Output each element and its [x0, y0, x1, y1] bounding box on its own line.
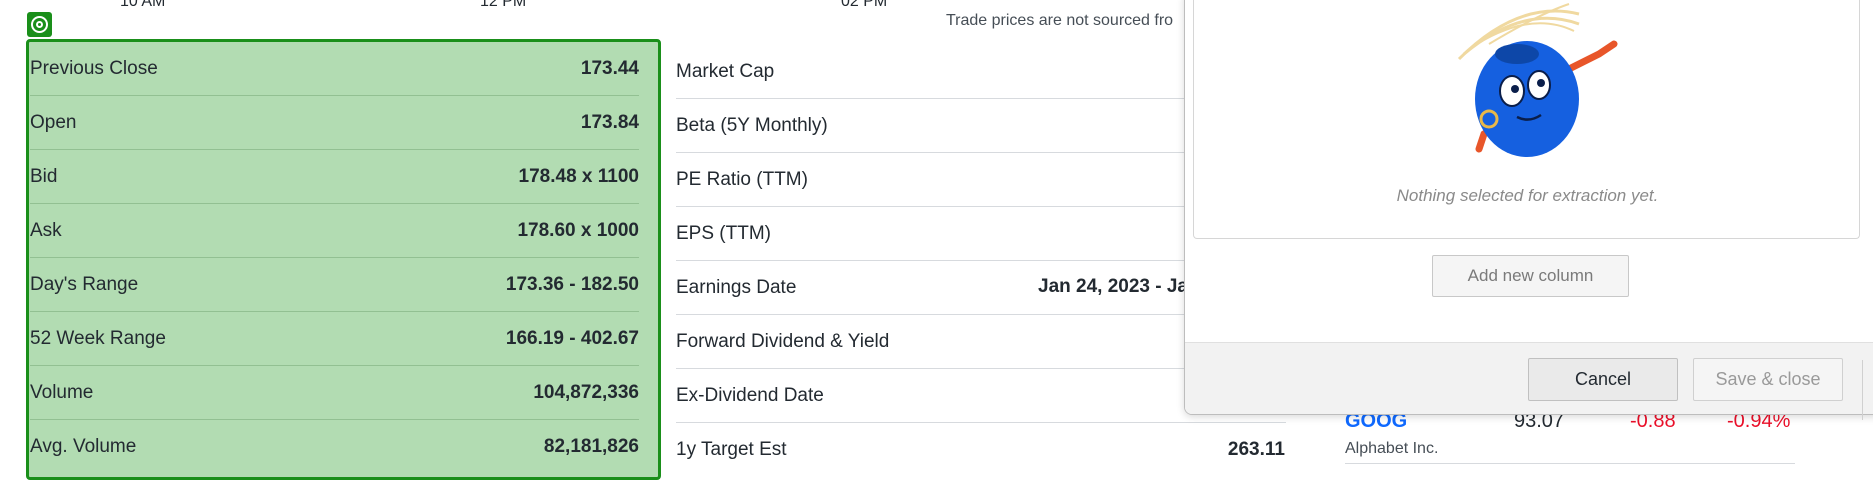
- summary-row: Day's Range 173.36 - 182.50: [30, 258, 639, 312]
- save-close-button[interactable]: Save & close: [1693, 358, 1843, 401]
- chart-axis-label: 10 AM: [120, 0, 166, 10]
- chart-axis-label: 02 PM: [841, 0, 888, 10]
- summary-label: Forward Dividend & Yield: [676, 330, 890, 352]
- chart-axis-label: 12 PM: [480, 0, 527, 10]
- summary-label: Beta (5Y Monthly): [676, 114, 828, 136]
- trade-price-note: Trade prices are not sourced fro: [946, 12, 1174, 29]
- summary-value: 166.19 - 402.67: [505, 327, 639, 349]
- mascot-illustration: [1457, 3, 1618, 157]
- extraction-dialog: Nothing selected for extraction yet. Add…: [1184, 0, 1873, 415]
- summary-label: Bid: [30, 165, 58, 187]
- summary-row: Ask 178.60 x 1000: [30, 204, 639, 258]
- summary-row: 52 Week Range 166.19 - 402.67: [30, 312, 639, 366]
- target-estimate-value: 263.11: [1227, 439, 1285, 460]
- divider: [1345, 463, 1795, 464]
- earnings-date-value: Jan 24, 2023 - Ja: [1038, 276, 1188, 297]
- dialog-footer: Cancel Save & close: [1185, 342, 1873, 414]
- selected-summary-table[interactable]: Previous Close 173.44 Open 173.84 Bid 17…: [26, 39, 661, 480]
- summary-label: 1y Target Est: [676, 439, 787, 460]
- empty-state-message: Nothing selected for extraction yet.: [1396, 186, 1659, 205]
- summary-value: 178.48 x 1100: [518, 165, 639, 187]
- summary-value: 173.36 - 182.50: [505, 273, 639, 295]
- summary-value: 173.44: [580, 57, 639, 79]
- summary-label: Day's Range: [30, 273, 139, 295]
- summary-row: Volume 104,872,336: [30, 366, 639, 420]
- summary-label: PE Ratio (TTM): [676, 168, 808, 190]
- summary-value: 82,181,826: [543, 436, 639, 457]
- ticker-company-name: Alphabet Inc.: [1345, 440, 1439, 457]
- add-column-button[interactable]: Add new column: [1432, 255, 1629, 297]
- summary-value: 104,872,336: [533, 381, 639, 403]
- summary-label: Avg. Volume: [30, 436, 137, 457]
- cancel-button[interactable]: Cancel: [1528, 358, 1678, 401]
- extraction-preview-panel: Nothing selected for extraction yet. Add…: [1193, 0, 1860, 297]
- summary-label: Ex-Dividend Date: [676, 384, 824, 406]
- summary-label: Volume: [30, 381, 94, 403]
- page: 10 AM 12 PM 02 PM Trade prices are not s…: [0, 0, 1873, 499]
- summary-row: 1y Target Est: [676, 423, 1286, 477]
- summary-label: Ask: [30, 219, 62, 241]
- summary-label: EPS (TTM): [676, 222, 771, 244]
- summary-row: Avg. Volume 82,181,826: [30, 420, 639, 474]
- summary-label: Earnings Date: [676, 276, 797, 298]
- summary-label: Previous Close: [30, 57, 158, 79]
- summary-label: Open: [30, 111, 77, 133]
- summary-label: Market Cap: [676, 60, 775, 82]
- summary-label: 52 Week Range: [30, 327, 166, 349]
- summary-value: 178.60 x 1000: [517, 219, 639, 241]
- summary-row: Previous Close 173.44: [30, 42, 639, 96]
- summary-row: Open 173.84: [30, 96, 639, 150]
- target-dot: [36, 21, 43, 28]
- target-icon[interactable]: [27, 12, 52, 37]
- scrollbar-track[interactable]: [1862, 360, 1873, 420]
- summary-row: Bid 178.48 x 1100: [30, 150, 639, 204]
- summary-value: 173.84: [580, 111, 639, 133]
